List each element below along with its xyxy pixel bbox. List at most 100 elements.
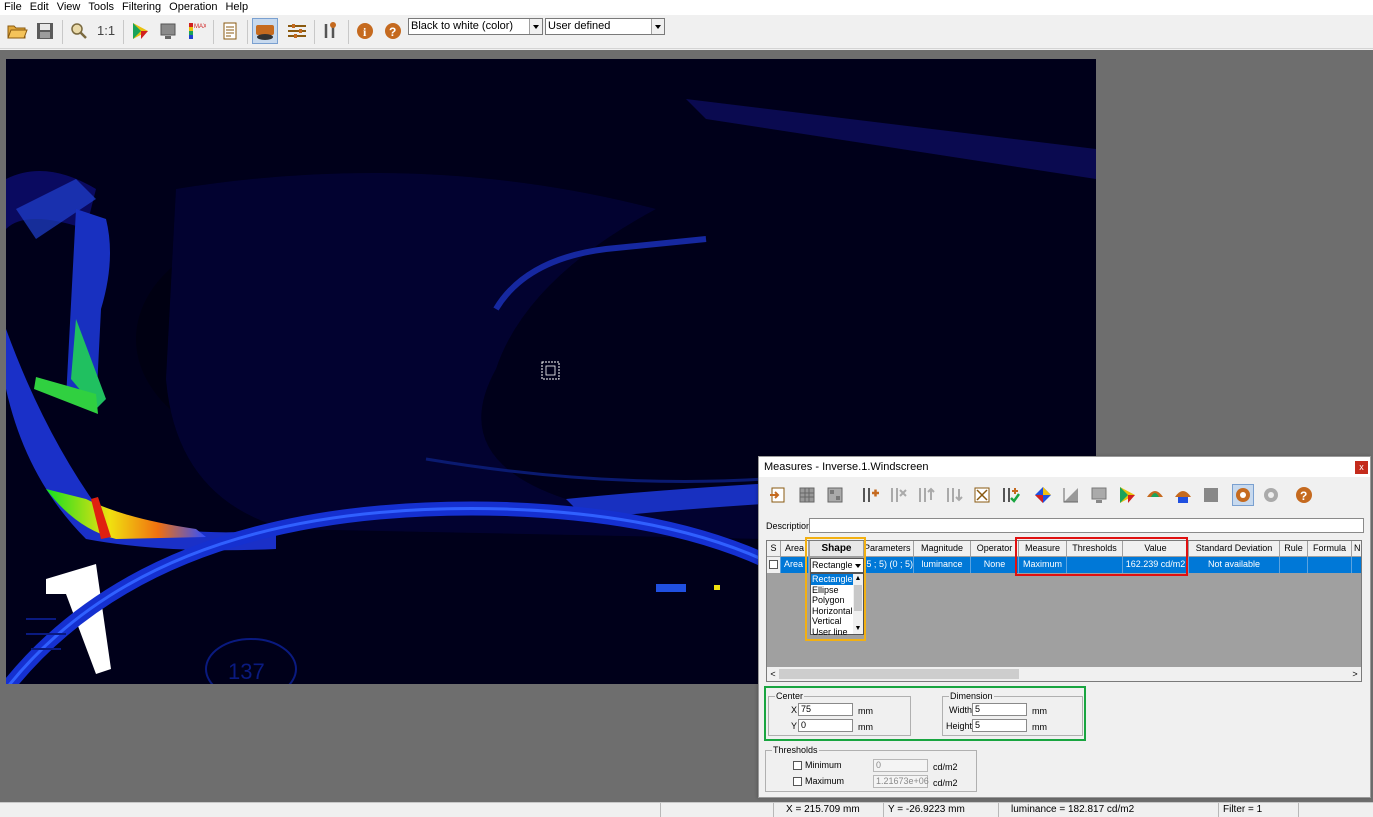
menu-file[interactable]: File [0,0,26,15]
move-down-icon[interactable] [943,484,965,506]
dropdown-scrollbar[interactable]: ▲ ▼ [853,574,863,634]
col-s[interactable]: S [767,541,781,557]
minimum-label: Minimum [805,760,842,770]
menu-view[interactable]: View [53,0,85,15]
minimum-unit: cd/m2 [933,762,958,772]
status-luminance: luminance = 182.817 cd/m2 [998,803,1218,817]
display-icon[interactable] [1088,484,1110,506]
actual-size-icon[interactable]: 1:1 [96,20,118,42]
save-icon[interactable] [34,20,56,42]
shape-select[interactable]: Rectangle [810,558,864,573]
shape-option-polygon[interactable]: Polygon [811,595,853,606]
height-input[interactable]: 5 [972,719,1027,732]
col-magnitude[interactable]: Magnitude [914,541,971,557]
cell-value: 162.239 cd/m2 [1123,557,1189,573]
settings-icon[interactable] [1260,484,1282,506]
shape-option-rectangle[interactable]: Rectangle [811,574,853,585]
tools-icon[interactable] [320,20,342,42]
export-icon[interactable] [1172,484,1194,506]
status-x: X = 215.709 mm [773,803,883,817]
scroll-thumb[interactable] [854,585,862,611]
col-thresholds[interactable]: Thresholds [1067,541,1123,557]
calc-icon[interactable] [824,484,846,506]
shape-option-horizontal[interactable]: Horizontal [811,606,853,617]
col-n[interactable]: N [1352,541,1361,557]
palette-icon[interactable] [1116,484,1138,506]
chevron-down-icon [651,19,664,34]
menu-filtering[interactable]: Filtering [118,0,165,15]
center-y-label: Y [791,721,798,731]
target-icon[interactable] [1232,484,1254,506]
fill-icon[interactable] [252,18,278,44]
scale-select-value: User defined [548,20,611,32]
help-icon[interactable]: ? [382,20,404,42]
center-y-unit: mm [858,722,873,732]
cell-measure: Maximum [1019,557,1067,573]
grid-icon[interactable] [796,484,818,506]
scale-select[interactable]: User defined [545,18,665,35]
scroll-up-icon[interactable]: ▲ [853,574,863,584]
maximum-checkbox[interactable] [793,777,802,786]
add-measure-icon[interactable] [859,484,881,506]
svg-text:1:1: 1:1 [97,23,115,38]
table-horizontal-scrollbar[interactable]: < > [767,667,1361,681]
scroll-thumb[interactable] [779,669,1019,679]
open-folder-icon[interactable] [6,20,28,42]
3d-view-icon[interactable] [1032,484,1054,506]
color-palette-icon[interactable] [129,20,151,42]
zoom-icon[interactable] [68,20,90,42]
scroll-right-icon[interactable]: > [1349,667,1361,681]
col-operator[interactable]: Operator [971,541,1019,557]
scroll-left-icon[interactable]: < [767,667,779,681]
cell-operator: None [971,557,1019,573]
description-input[interactable] [809,518,1364,533]
col-standard-deviation[interactable]: Standard Deviation [1189,541,1280,557]
menu-tools[interactable]: Tools [84,0,118,15]
info-icon[interactable]: i [354,20,376,42]
delete-measure-icon[interactable] [887,484,909,506]
shape-option-user-line[interactable]: User line [811,627,853,638]
minimum-input[interactable]: 0 [873,759,928,772]
histogram-icon[interactable] [1060,484,1082,506]
col-formula[interactable]: Formula [1308,541,1352,557]
shape-option-vertical[interactable]: Vertical [811,616,853,627]
help-icon[interactable]: ? [1293,484,1315,506]
menu-help[interactable]: Help [221,0,252,15]
monitor-icon[interactable] [157,20,179,42]
col-parameters[interactable]: Parameters [864,541,914,557]
close-button[interactable]: x [1355,461,1368,474]
clear-icon[interactable] [971,484,993,506]
menu-bar: File Edit View Tools Filtering Operation… [0,0,1373,15]
cell-thresholds [1067,557,1123,573]
minimum-checkbox[interactable] [793,761,802,770]
validate-icon[interactable] [999,484,1021,506]
max-scale-icon[interactable]: MAX [185,20,207,42]
cell-formula [1308,557,1352,573]
umbrella-icon[interactable] [1144,484,1166,506]
shape-option-ellipse[interactable]: Ellipse [811,585,853,596]
col-measure[interactable]: Measure [1019,541,1067,557]
width-label: Width [949,705,973,715]
move-up-icon[interactable] [915,484,937,506]
menu-operation[interactable]: Operation [165,0,221,15]
shape-dropdown-list: Rectangle Ellipse Polygon Horizontal Ver… [810,573,864,638]
import-icon[interactable] [767,484,789,506]
description-label: Description: [766,521,814,531]
stop-icon[interactable] [1200,484,1222,506]
measures-table: S Area Parameters Magnitude Operator Mea… [766,540,1362,682]
width-input[interactable]: 5 [972,703,1027,716]
col-area[interactable]: Area [781,541,809,557]
col-shape[interactable]: Shape [809,541,864,557]
adjust-sliders-icon[interactable] [286,20,308,42]
col-rule[interactable]: Rule [1280,541,1308,557]
scroll-down-icon[interactable]: ▼ [853,624,863,634]
report-icon[interactable] [219,20,241,42]
center-x-input[interactable]: 75 [798,703,853,716]
col-value[interactable]: Value [1123,541,1189,557]
center-y-input[interactable]: 0 [798,719,853,732]
cell-parameters: (5 ; 0) (5 ; 5) [864,557,914,573]
menu-edit[interactable]: Edit [26,0,53,15]
maximum-input[interactable]: 1.21673e+06 [873,775,929,788]
palette-select[interactable]: Black to white (color) [408,18,543,35]
row-select-checkbox[interactable] [767,557,781,573]
